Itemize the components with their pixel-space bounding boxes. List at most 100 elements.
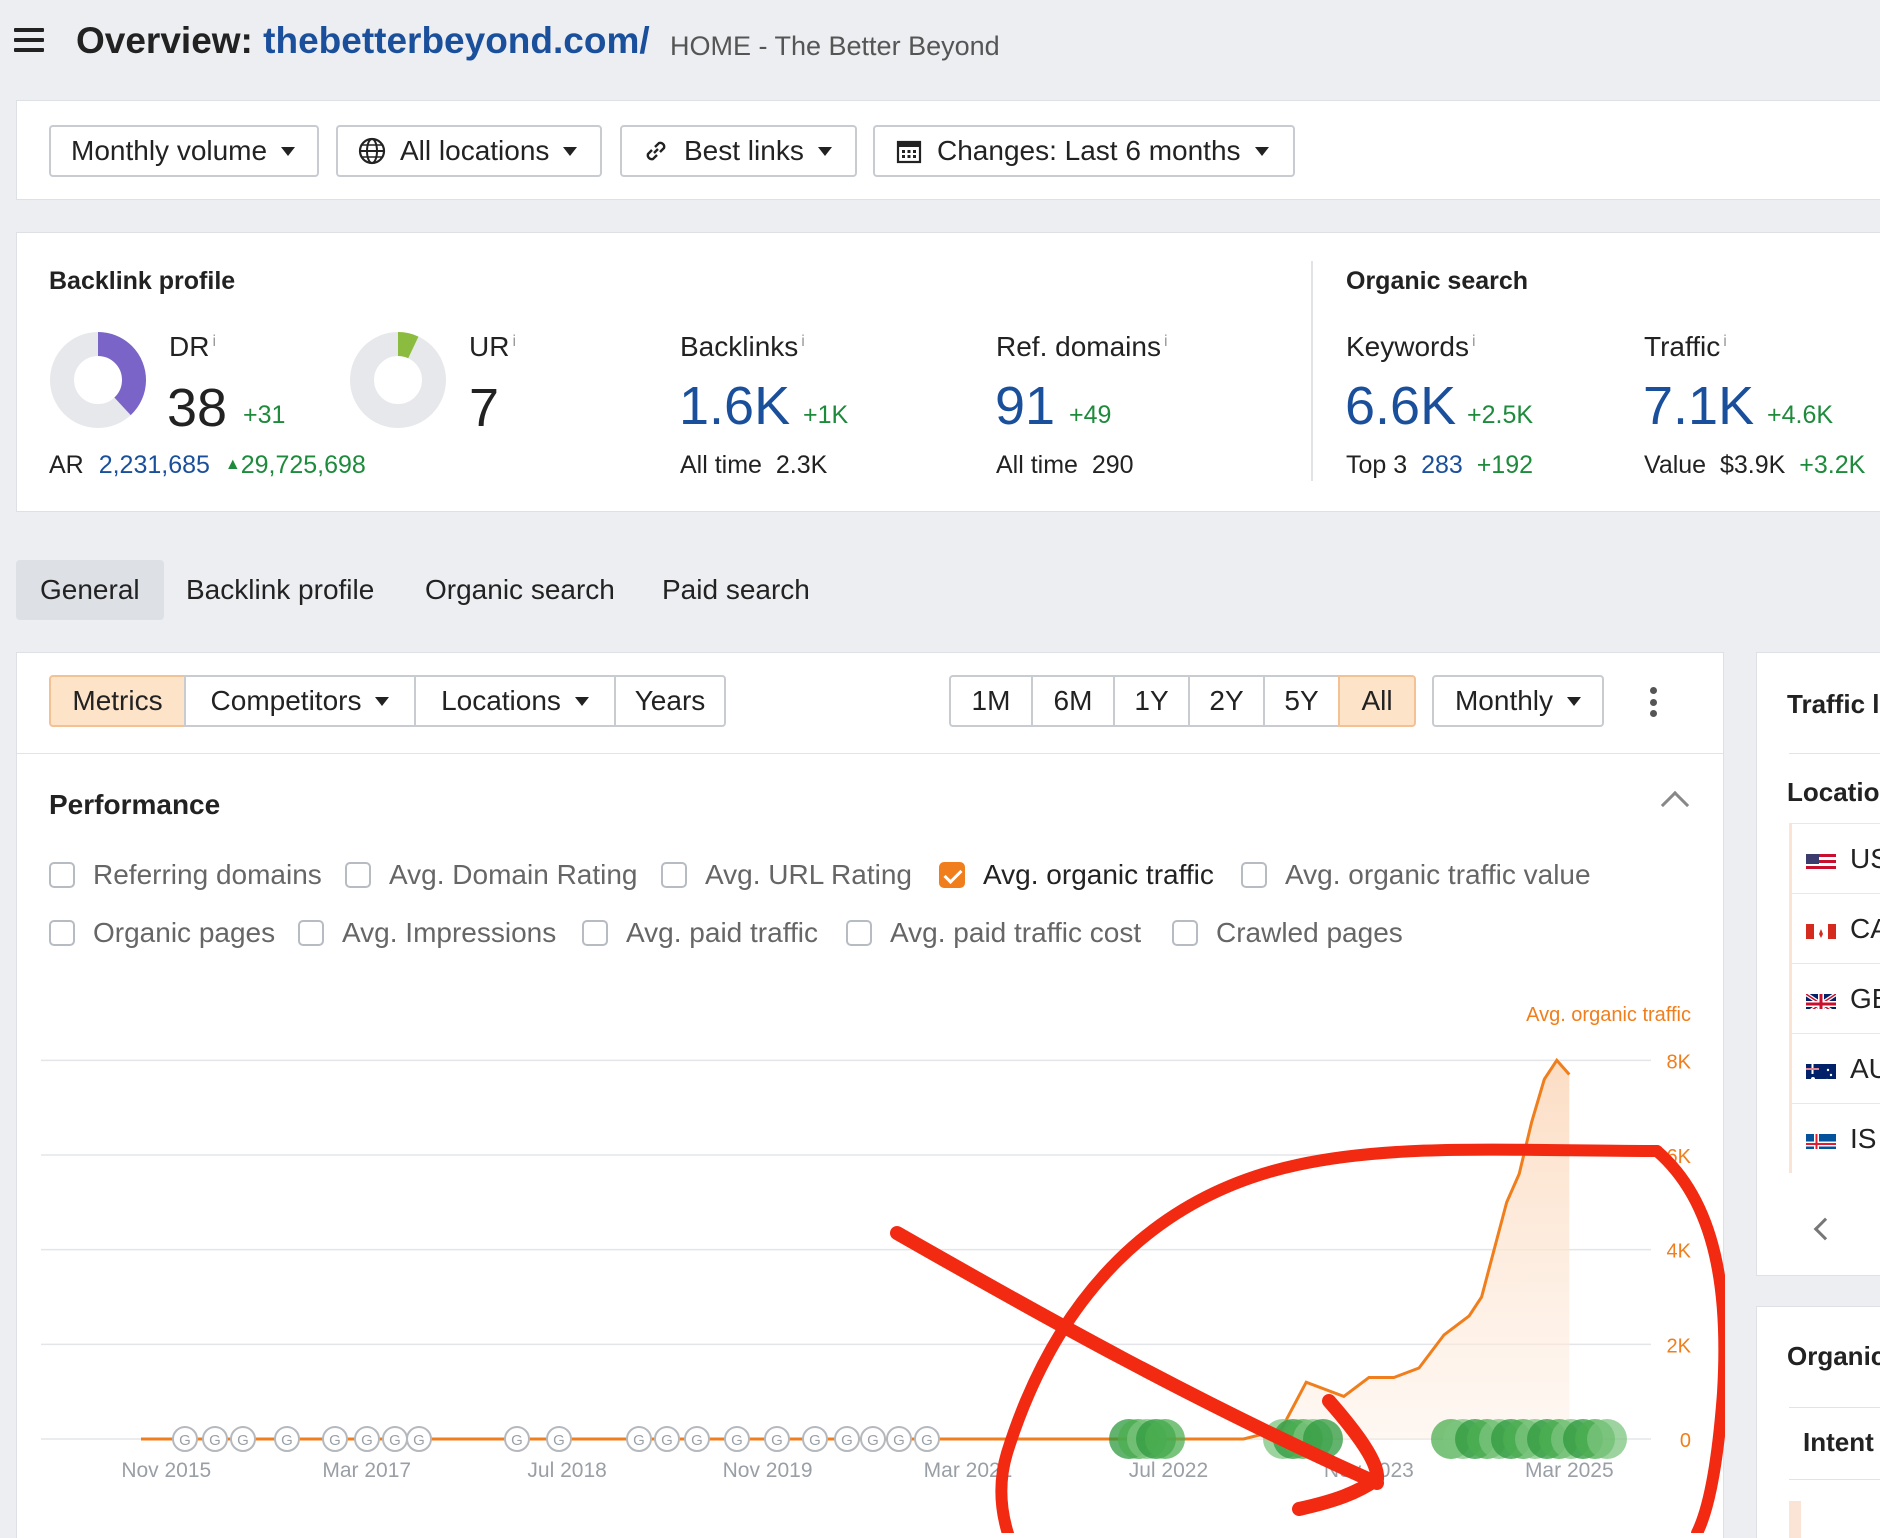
- google-update-marker: G: [764, 1426, 790, 1452]
- tab-paid-search[interactable]: Paid search: [638, 560, 834, 620]
- x-tick-label: Jul 2022: [1129, 1459, 1208, 1482]
- calendar-icon: [896, 140, 922, 164]
- intent-column-header: Intent: [1803, 1427, 1874, 1457]
- metrics-toggle[interactable]: Metrics: [49, 675, 186, 727]
- location-row-gb[interactable]: GB: [1789, 963, 1880, 1033]
- google-update-marker: G: [172, 1426, 198, 1452]
- ar-delta: ▲29,725,698: [224, 451, 366, 479]
- checkbox-referring-domains[interactable]: Referring domains: [49, 859, 322, 891]
- globe-icon: [358, 137, 386, 165]
- more-options-icon[interactable]: [1649, 687, 1657, 717]
- chevron-down-icon: [817, 146, 832, 156]
- svg-text:G: G: [237, 1432, 249, 1449]
- x-tick-label: Nov 2019: [723, 1459, 813, 1482]
- svg-text:G: G: [511, 1432, 523, 1449]
- y-axis-title: Avg. organic traffic: [1526, 1004, 1691, 1026]
- range-6m[interactable]: 6M: [1031, 675, 1115, 727]
- traffic-location-heading: Traffic l: [1787, 689, 1880, 719]
- years-toggle[interactable]: Years: [614, 675, 726, 727]
- svg-text:G: G: [731, 1432, 743, 1449]
- performance-panel: Metrics Competitors Locations Years 1M 6…: [16, 652, 1725, 1538]
- interval-dropdown[interactable]: Monthly: [1432, 675, 1604, 727]
- top3-delta: +192: [1476, 451, 1534, 479]
- svg-text:G: G: [893, 1432, 905, 1449]
- google-update-marker: G: [860, 1426, 886, 1452]
- x-tick-label: Nov 2015: [121, 1459, 211, 1482]
- google-update-marker: G: [626, 1426, 652, 1452]
- dr-ring-chart: [50, 332, 146, 428]
- checkbox-organic-pages[interactable]: Organic pages: [49, 917, 275, 949]
- tab-backlink-profile[interactable]: Backlink profile: [162, 560, 398, 620]
- range-1m[interactable]: 1M: [949, 675, 1033, 727]
- us-flag-icon: [1806, 849, 1836, 869]
- chevron-up-icon[interactable]: [1660, 790, 1690, 820]
- backlinks-value[interactable]: 1.6K: [679, 375, 790, 437]
- google-update-marker: G: [406, 1426, 432, 1452]
- range-1y[interactable]: 1Y: [1113, 675, 1190, 727]
- range-5y[interactable]: 5Y: [1263, 675, 1340, 727]
- google-update-marker: G: [802, 1426, 828, 1452]
- ref-domains-value[interactable]: 91: [995, 375, 1055, 437]
- changes-label: Changes: Last 6 months: [937, 135, 1241, 166]
- locations-dropdown[interactable]: All locations: [336, 125, 602, 177]
- checkbox-avg-paid-traffic-cost[interactable]: Avg. paid traffic cost: [846, 917, 1141, 949]
- svg-text:G: G: [209, 1432, 221, 1449]
- performance-heading: Performance: [49, 789, 221, 820]
- locations-label: All locations: [400, 135, 550, 166]
- google-update-marker: G: [202, 1426, 228, 1452]
- is-flag-icon: [1806, 1129, 1836, 1149]
- performance-chart: GGGGGGGGGGGGGGGGGGGG Nov 2015 Mar 2017 Jul…: [41, 1004, 1725, 1533]
- tab-general[interactable]: General: [16, 560, 164, 620]
- backlinks-label: Backlinks i: [680, 331, 805, 362]
- ar-value[interactable]: 2,231,685: [99, 451, 210, 479]
- y-tick-label: 8K: [1667, 1051, 1692, 1073]
- checkbox-crawled-pages[interactable]: Crawled pages: [1172, 917, 1403, 949]
- title-prefix: Overview:: [76, 20, 253, 61]
- ur-label: UR i: [469, 331, 517, 362]
- google-update-marker: G: [546, 1426, 572, 1452]
- y-tick-label: 0: [1680, 1430, 1691, 1452]
- range-all[interactable]: All: [1338, 675, 1416, 727]
- location-row-is[interactable]: IS: [1789, 1103, 1880, 1173]
- keywords-value[interactable]: 6.6K: [1345, 375, 1456, 437]
- location-row-ca[interactable]: CA: [1789, 893, 1880, 963]
- traffic-value[interactable]: 7.1K: [1643, 375, 1754, 437]
- traffic-label: Traffic i: [1644, 331, 1727, 362]
- checkbox-avg-url-rating[interactable]: Avg. URL Rating: [661, 859, 912, 891]
- page-title: Overview: thebetterbeyond.com/: [76, 20, 650, 62]
- top3-row: Top 3 283 +192: [1346, 451, 1534, 479]
- checkbox-avg-organic-traffic[interactable]: Avg. organic traffic: [939, 859, 1214, 891]
- location-row-au[interactable]: AU: [1789, 1033, 1880, 1103]
- changes-dropdown[interactable]: Changes: Last 6 months: [873, 125, 1295, 177]
- svg-text:G: G: [361, 1432, 373, 1449]
- ref-domains-label: Ref. domains i: [996, 331, 1168, 362]
- checkbox-avg-paid-traffic[interactable]: Avg. paid traffic: [582, 917, 818, 949]
- organic-panel-heading: Organic: [1787, 1341, 1880, 1371]
- x-tick-label: Jul 2018: [527, 1459, 606, 1482]
- checkbox-avg-organic-traffic-value[interactable]: Avg. organic traffic value: [1241, 859, 1591, 891]
- menu-icon[interactable]: [14, 28, 44, 52]
- top3-value[interactable]: 283: [1421, 451, 1463, 479]
- svg-text:G: G: [179, 1432, 191, 1449]
- links-dropdown[interactable]: Best links: [620, 125, 857, 177]
- range-2y[interactable]: 2Y: [1188, 675, 1265, 727]
- link-icon: [646, 141, 666, 161]
- svg-text:G: G: [691, 1432, 703, 1449]
- tab-organic-search[interactable]: Organic search: [401, 560, 639, 620]
- chevron-left-icon[interactable]: [1813, 1217, 1837, 1241]
- chevron-down-icon: [1254, 146, 1269, 156]
- location-row-us[interactable]: US: [1789, 823, 1880, 893]
- checkbox-avg-impressions[interactable]: Avg. Impressions: [298, 917, 556, 949]
- checkbox-avg-domain-rating[interactable]: Avg. Domain Rating: [345, 859, 638, 891]
- keywords-label: Keywords i: [1346, 331, 1476, 362]
- chart-locations-dropdown[interactable]: Locations: [414, 675, 616, 727]
- google-update-marker: G: [274, 1426, 300, 1452]
- ref-domains-delta: +49: [1069, 401, 1112, 429]
- target-domain-link[interactable]: thebetterbeyond.com/: [263, 20, 650, 61]
- volume-dropdown[interactable]: Monthly volume: [49, 125, 319, 177]
- ar-row: AR 2,231,685 ▲29,725,698: [49, 451, 366, 480]
- google-update-marker: G: [230, 1426, 256, 1452]
- competitors-dropdown[interactable]: Competitors: [184, 675, 416, 727]
- google-update-marker: G: [684, 1426, 710, 1452]
- svg-text:G: G: [771, 1432, 783, 1449]
